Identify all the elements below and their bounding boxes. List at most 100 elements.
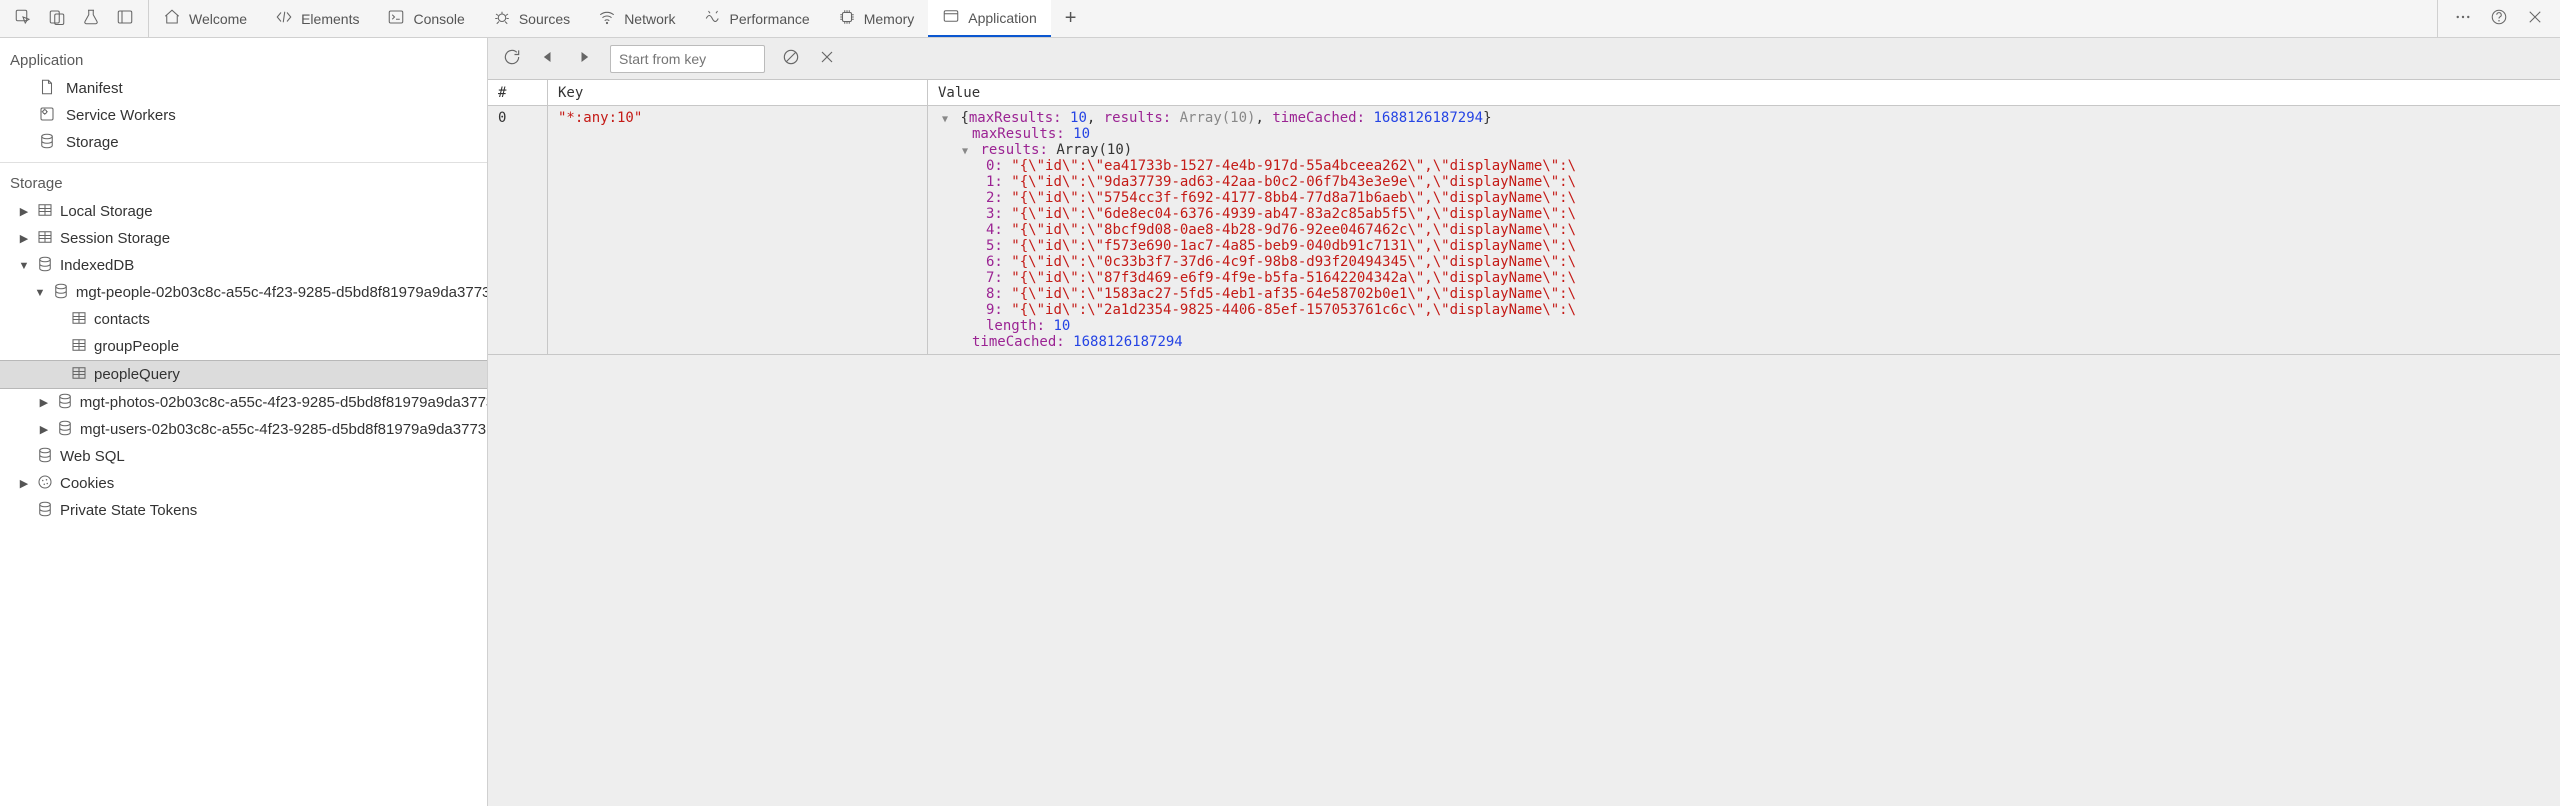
- col-header-key[interactable]: Key: [548, 80, 928, 105]
- chevron-right-icon: ▶: [38, 396, 50, 409]
- value-length[interactable]: length: 10: [938, 318, 2550, 334]
- sidebar-item-label: Manifest: [66, 80, 123, 97]
- array-index: 8:: [986, 286, 1003, 302]
- tab-sources[interactable]: Sources: [479, 0, 584, 37]
- brace: {: [960, 110, 968, 126]
- value-array-item[interactable]: 8: "{\"id\":\"1583ac27-5fd5-4eb1-af35-64…: [938, 286, 2550, 302]
- database-icon: [36, 446, 54, 467]
- main-pane: Application Manifest Service Workers Sto…: [0, 38, 2560, 806]
- array-value-string: "{\"id\":\"2a1d2354-9825-4406-85ef-15705…: [1011, 302, 1576, 318]
- flask-icon[interactable]: [82, 8, 100, 29]
- tree-item-store-contacts[interactable]: contacts: [0, 306, 487, 333]
- table-icon: [36, 201, 54, 222]
- value-array-item[interactable]: 1: "{\"id\":\"9da37739-ad63-42aa-b0c2-06…: [938, 174, 2550, 190]
- value-maxresults[interactable]: maxResults: 10: [938, 126, 2550, 142]
- value-array-item[interactable]: 3: "{\"id\":\"6de8ec04-6376-4939-ab47-83…: [938, 206, 2550, 222]
- data-table: # Key Value 0 "*:any:10" ▼ {maxResults: …: [488, 80, 2560, 806]
- sidebar-item-manifest[interactable]: Manifest: [0, 75, 487, 102]
- array-index: 2:: [986, 190, 1003, 206]
- value-array-item[interactable]: 6: "{\"id\":\"0c33b3f7-37d6-4c9f-98b8-d9…: [938, 254, 2550, 270]
- start-from-key-input[interactable]: [610, 45, 765, 73]
- tree-item-label: Web SQL: [60, 448, 125, 465]
- sidebar-divider: [0, 162, 487, 163]
- next-page-icon[interactable]: [574, 47, 594, 70]
- col-header-num[interactable]: #: [488, 80, 548, 105]
- table-row[interactable]: 0 "*:any:10" ▼ {maxResults: 10, results:…: [488, 106, 2560, 355]
- table-icon: [36, 228, 54, 249]
- database-icon: [38, 132, 56, 153]
- value-timecached[interactable]: timeCached: 1688126187294: [938, 334, 2550, 350]
- prop-num: 10: [1053, 318, 1070, 334]
- array-index: 3:: [986, 206, 1003, 222]
- value-array-item[interactable]: 5: "{\"id\":\"f573e690-1ac7-4a85-beb9-04…: [938, 238, 2550, 254]
- tab-console-label: Console: [413, 11, 464, 27]
- tree-item-session-storage[interactable]: ▶ Session Storage: [0, 225, 487, 252]
- tab-console[interactable]: Console: [373, 0, 478, 37]
- value-array-item[interactable]: 4: "{\"id\":\"8bcf9d08-0ae8-4b28-9d76-92…: [938, 222, 2550, 238]
- content-toolbar: [488, 38, 2560, 80]
- content-pane: # Key Value 0 "*:any:10" ▼ {maxResults: …: [488, 38, 2560, 806]
- tree-item-store-peoplequery[interactable]: peopleQuery: [0, 360, 487, 389]
- tab-welcome[interactable]: Welcome: [149, 0, 261, 37]
- inspect-icon[interactable]: [14, 8, 32, 29]
- array-value-string: "{\"id\":\"ea41733b-1527-4e4b-917d-55a4b…: [1011, 158, 1576, 174]
- database-icon: [56, 419, 74, 440]
- tree-item-label: groupPeople: [94, 338, 179, 355]
- tree-item-local-storage[interactable]: ▶ Local Storage: [0, 198, 487, 225]
- cell-value: ▼ {maxResults: 10, results: Array(10), t…: [928, 106, 2560, 354]
- tree-item-db-users[interactable]: ▶ mgt-users-02b03c8c-a55c-4f23-9285-d5bd…: [0, 416, 487, 443]
- tab-welcome-label: Welcome: [189, 11, 247, 27]
- application-sidebar: Application Manifest Service Workers Sto…: [0, 38, 488, 806]
- sidebar-group-application: Application: [0, 46, 487, 75]
- sidebar-item-service-workers[interactable]: Service Workers: [0, 102, 487, 129]
- tab-elements[interactable]: Elements: [261, 0, 373, 37]
- array-index: 9:: [986, 302, 1003, 318]
- value-array-item[interactable]: 9: "{\"id\":\"2a1d2354-9825-4406-85ef-15…: [938, 302, 2550, 318]
- value-array-item[interactable]: 2: "{\"id\":\"5754cc3f-f692-4177-8bb4-77…: [938, 190, 2550, 206]
- clear-icon[interactable]: [781, 47, 801, 70]
- tab-network[interactable]: Network: [584, 0, 689, 37]
- tab-application[interactable]: Application: [928, 0, 1051, 37]
- tree-item-cookies[interactable]: ▶ Cookies: [0, 470, 487, 497]
- help-icon[interactable]: [2490, 8, 2508, 29]
- tab-performance-label: Performance: [730, 11, 810, 27]
- sidebar-item-storage[interactable]: Storage: [0, 129, 487, 156]
- tab-memory[interactable]: Memory: [824, 0, 929, 37]
- bug-icon: [493, 8, 511, 29]
- close-icon[interactable]: [2526, 8, 2544, 29]
- tree-item-indexeddb[interactable]: ▼ IndexedDB: [0, 252, 487, 279]
- chevron-down-icon: ▼: [938, 114, 952, 125]
- value-array-item[interactable]: 0: "{\"id\":\"ea41733b-1527-4e4b-917d-55…: [938, 158, 2550, 174]
- tree-item-db-photos[interactable]: ▶ mgt-photos-02b03c8c-a55c-4f23-9285-d5b…: [0, 389, 487, 416]
- tree-item-private-tokens[interactable]: Private State Tokens: [0, 497, 487, 524]
- array-value-string: "{\"id\":\"6de8ec04-6376-4939-ab47-83a2c…: [1011, 206, 1576, 222]
- value-results[interactable]: ▼ results: Array(10): [938, 142, 2550, 158]
- value-array-item[interactable]: 7: "{\"id\":\"87f3d469-e6f9-4f9e-b5fa-51…: [938, 270, 2550, 286]
- add-tab-button[interactable]: +: [1051, 7, 1091, 30]
- refresh-icon[interactable]: [502, 47, 522, 70]
- array-index: 0:: [986, 158, 1003, 174]
- chevron-down-icon: ▼: [958, 146, 972, 157]
- database-icon: [36, 255, 54, 276]
- dock-icon[interactable]: [116, 8, 134, 29]
- prev-page-icon[interactable]: [538, 47, 558, 70]
- prop-name: results:: [980, 142, 1047, 158]
- tab-performance[interactable]: Performance: [690, 0, 824, 37]
- tree-item-label: mgt-photos-02b03c8c-a55c-4f23-9285-d5bd8…: [80, 394, 487, 411]
- tree-item-label: IndexedDB: [60, 257, 134, 274]
- value-summary[interactable]: ▼ {maxResults: 10, results: Array(10), t…: [938, 110, 2550, 126]
- prop-gray: Array(10): [1180, 110, 1256, 126]
- delete-icon[interactable]: [817, 47, 837, 70]
- array-value-string: "{\"id\":\"87f3d469-e6f9-4f9e-b5fa-51642…: [1011, 270, 1576, 286]
- tree-item-db-people[interactable]: ▼ mgt-people-02b03c8c-a55c-4f23-9285-d5b…: [0, 279, 487, 306]
- tree-item-web-sql[interactable]: Web SQL: [0, 443, 487, 470]
- more-icon[interactable]: [2454, 8, 2472, 29]
- tree-item-label: contacts: [94, 311, 150, 328]
- array-index: 4:: [986, 222, 1003, 238]
- col-header-value[interactable]: Value: [928, 80, 2560, 105]
- tree-item-store-grouppeople[interactable]: groupPeople: [0, 333, 487, 360]
- cookie-icon: [36, 473, 54, 494]
- brace: }: [1483, 110, 1491, 126]
- device-toggle-icon[interactable]: [48, 8, 66, 29]
- array-value-string: "{\"id\":\"f573e690-1ac7-4a85-beb9-040db…: [1011, 238, 1576, 254]
